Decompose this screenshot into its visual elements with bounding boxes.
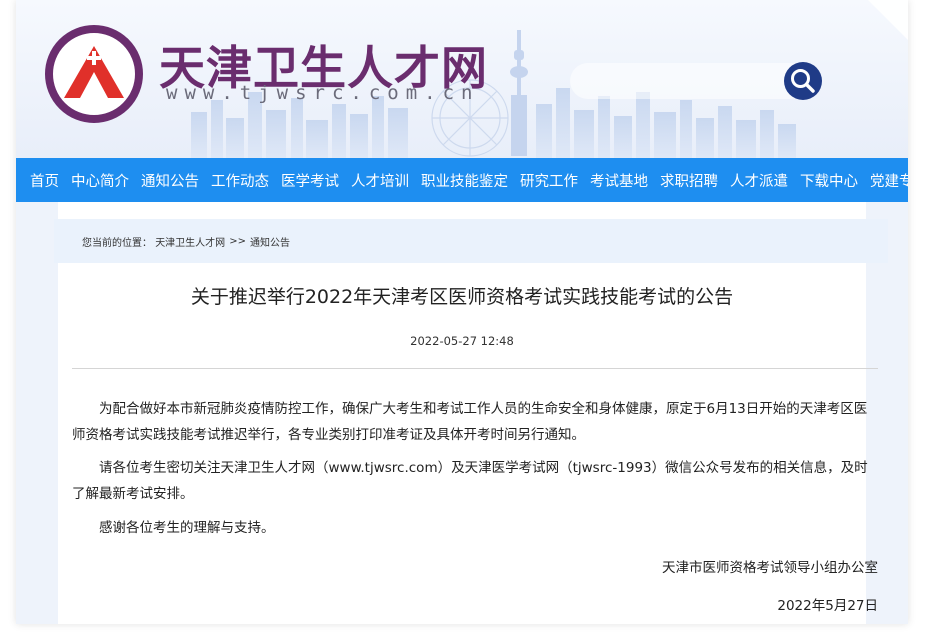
nav-item-research[interactable]: 研究工作: [520, 170, 578, 191]
nav-item-downloads[interactable]: 下载中心: [800, 170, 858, 191]
nav-item-exam-base[interactable]: 考试基地: [590, 170, 648, 191]
search-icon: [791, 69, 815, 93]
breadcrumb: 您当前的位置： 天津卫生人才网 >> 通知公告: [54, 219, 888, 263]
page-frame: 天津卫生人才网 www.tjwsrc.com.cn 首页 中心简介 通知公告 工…: [16, 0, 908, 624]
search-button[interactable]: [784, 62, 822, 100]
title-divider: [72, 368, 878, 369]
nav-item-notices[interactable]: 通知公告: [141, 170, 199, 191]
article-paragraph: 为配合做好本市新冠肺炎疫情防控工作，确保广大考生和考试工作人员的生命安全和身体健…: [72, 401, 868, 443]
main-nav: 首页 中心简介 通知公告 工作动态 医学考试 人才培训 职业技能鉴定 研究工作 …: [16, 158, 908, 202]
nav-item-jobs[interactable]: 求职招聘: [660, 170, 718, 191]
article-datetime: 2022-05-27 12:48: [410, 334, 514, 348]
nav-item-dispatch[interactable]: 人才派遣: [730, 170, 788, 191]
nav-item-about[interactable]: 中心简介: [71, 170, 129, 191]
nav-item-home[interactable]: 首页: [30, 170, 59, 191]
nav-item-party[interactable]: 党建专栏: [870, 170, 908, 191]
breadcrumb-separator: >>: [229, 235, 246, 247]
nav-item-training[interactable]: 人才培训: [351, 170, 409, 191]
article-paragraph: 请各位考生密切关注天津卫生人才网（www.tjwsrc.com）及天津医学考试网…: [72, 460, 868, 502]
search-input[interactable]: [570, 63, 808, 99]
nav-item-medical-exam[interactable]: 医学考试: [281, 170, 339, 191]
site-url: www.tjwsrc.com.cn: [166, 82, 480, 104]
breadcrumb-prefix: 您当前的位置：: [82, 237, 152, 249]
nav-item-skill-appraisal[interactable]: 职业技能鉴定: [421, 170, 508, 191]
breadcrumb-current-link[interactable]: 通知公告: [250, 234, 290, 249]
site-header: 天津卫生人才网 www.tjwsrc.com.cn: [16, 0, 908, 158]
article-paragraph: 感谢各位考生的理解与支持。: [99, 520, 275, 536]
article-sign-date: 2022年5月27日: [777, 598, 878, 614]
tjwsrc-logo-icon: [45, 25, 143, 123]
article-content: 您当前的位置： 天津卫生人才网 >> 通知公告 关于推迟举行2022年天津考区医…: [54, 202, 888, 624]
page-corner-decoration: [868, 0, 908, 40]
article-title: 关于推迟举行2022年天津考区医师资格考试实践技能考试的公告: [190, 286, 734, 308]
article-signer: 天津市医师资格考试领导小组办公室: [662, 560, 878, 576]
nav-item-news[interactable]: 工作动态: [211, 170, 269, 191]
breadcrumb-home-link[interactable]: 天津卫生人才网: [155, 234, 225, 249]
